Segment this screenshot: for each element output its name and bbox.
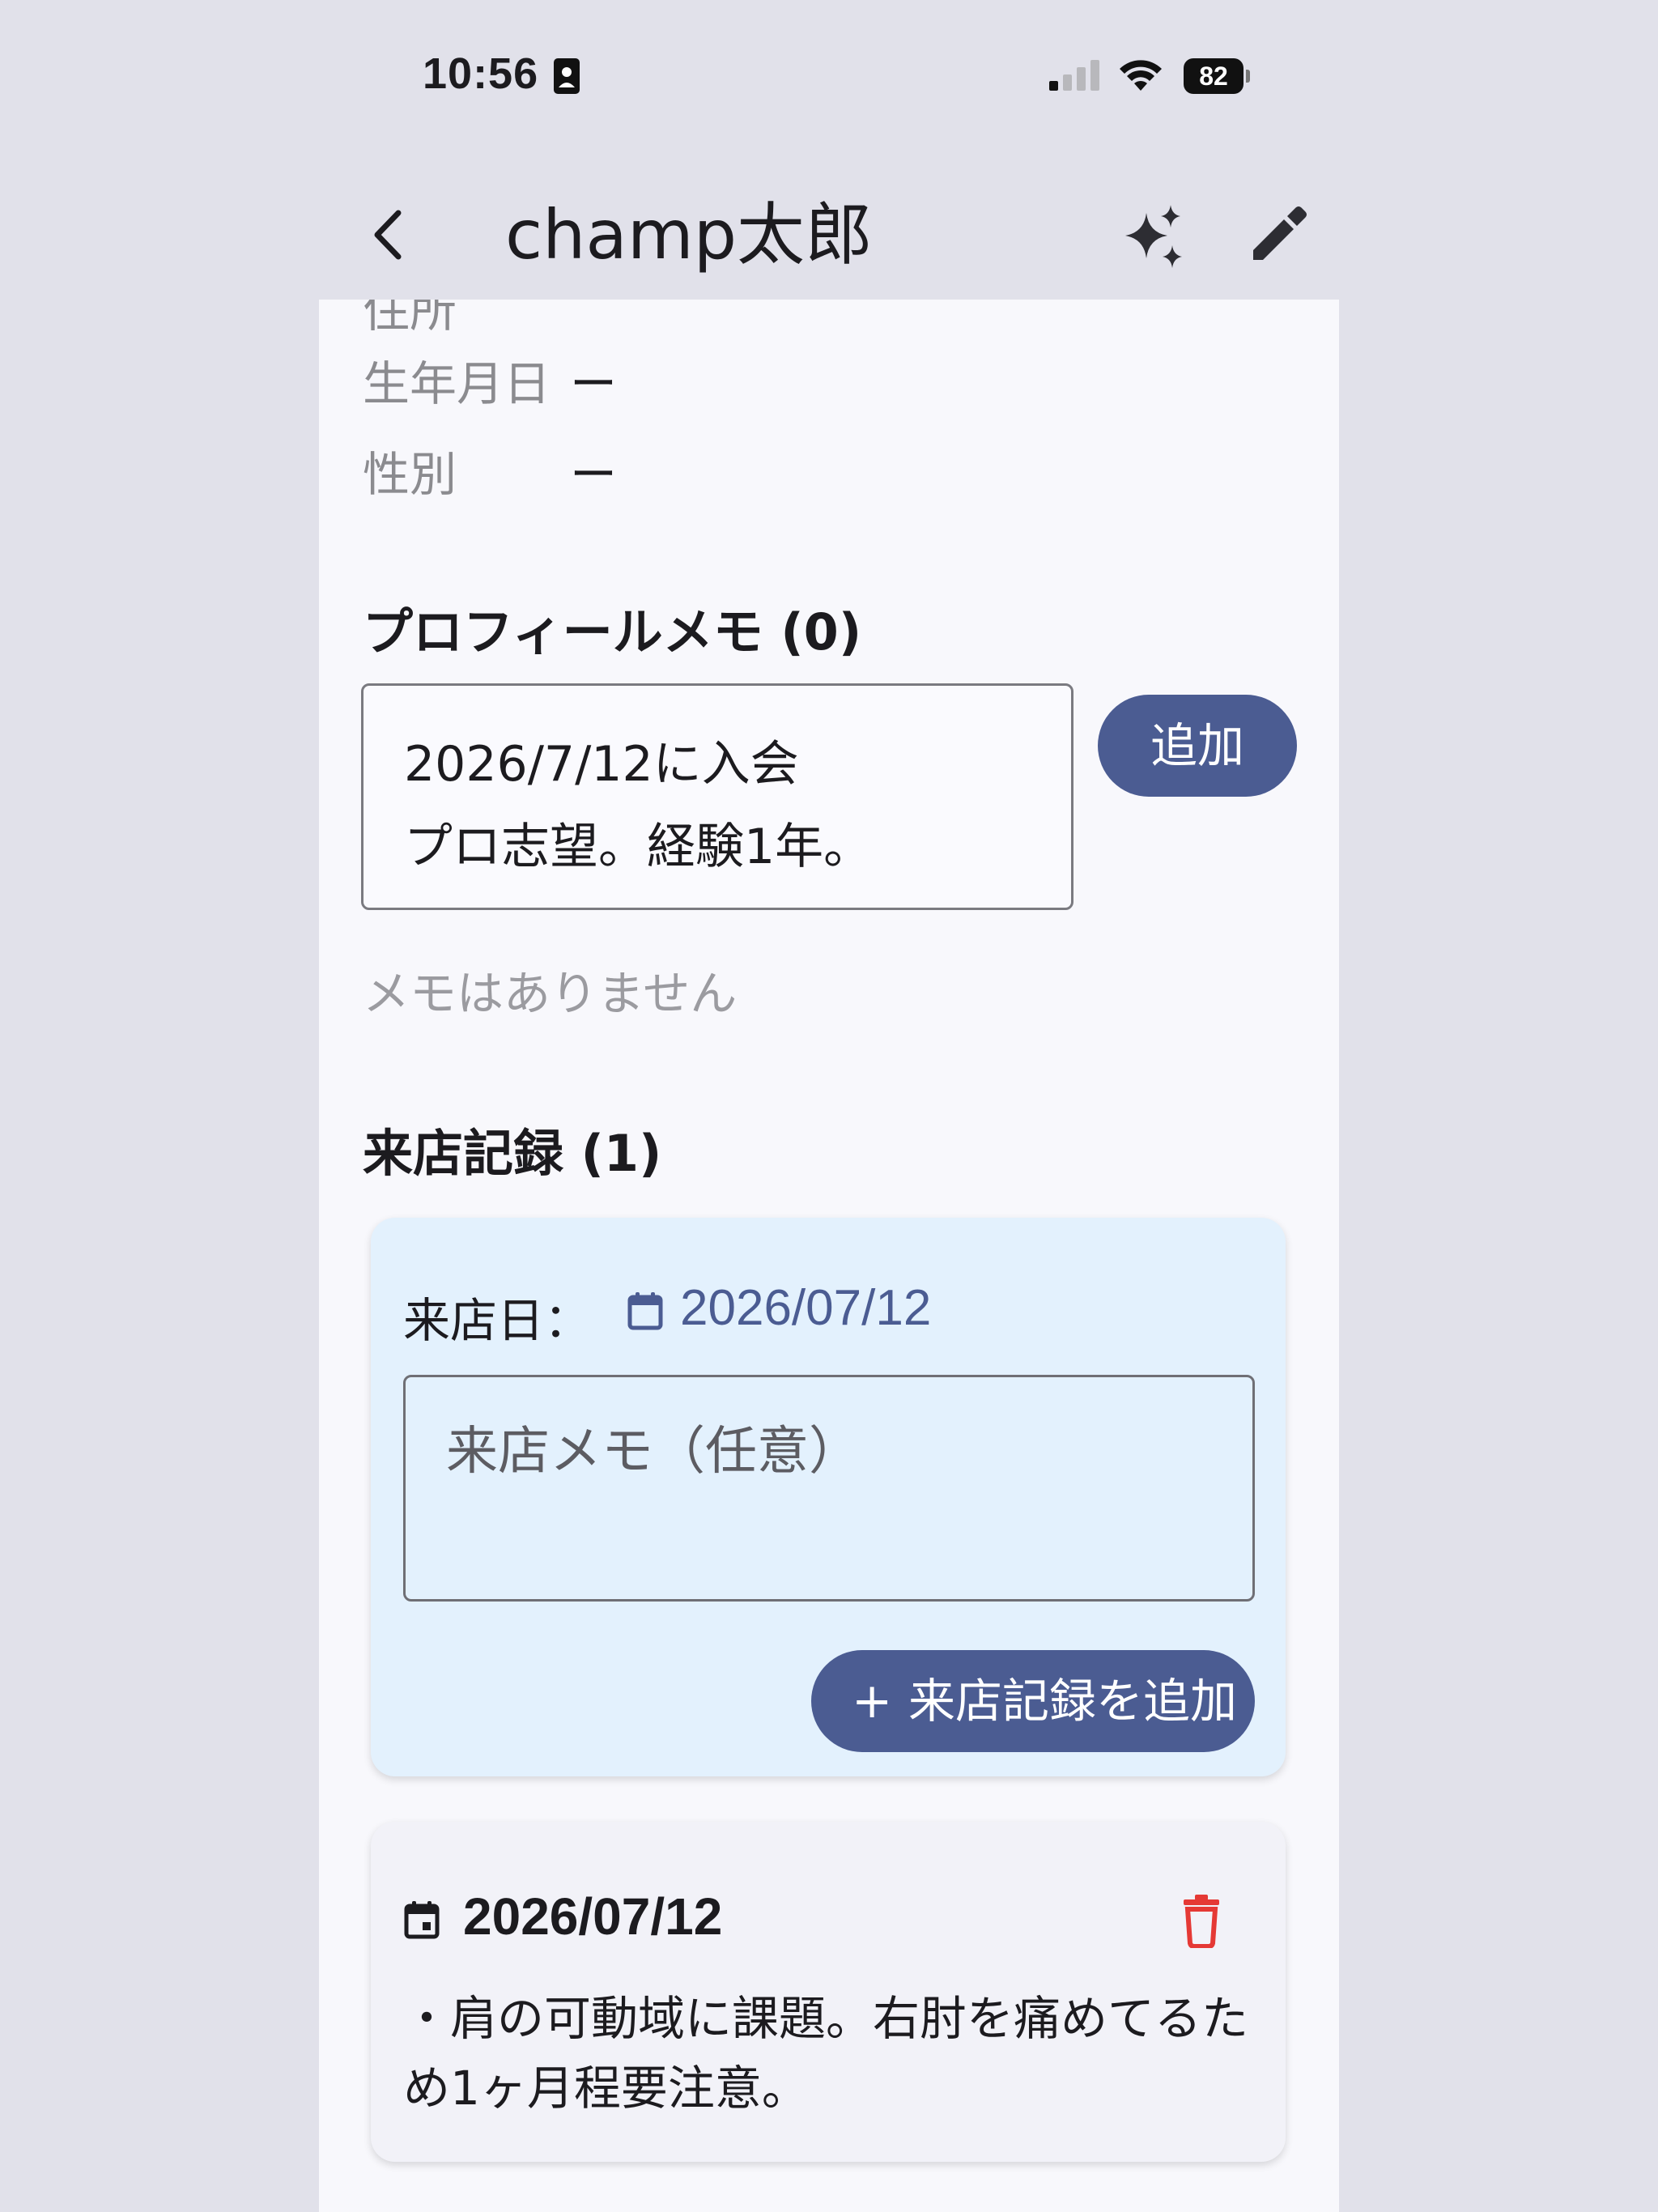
visit-records-title: 来店記録 (1) <box>363 1124 662 1183</box>
add-visit-record-button[interactable]: + 来店記録を追加 <box>811 1650 1255 1752</box>
customer-detail-content: 住所 生年月日 ー 性別 ー プロフィールメモ (0) 2026/7/12に入会… <box>319 300 1339 2212</box>
page-title: champ太郎 <box>505 195 874 274</box>
gender-value: ー <box>570 447 618 502</box>
birthdate-value: ー <box>570 356 618 411</box>
visit-memo-input[interactable]: 来店メモ（任意） <box>403 1375 1255 1602</box>
status-time: 10:56 <box>423 49 539 98</box>
visit-form-card: 来店日： 2026/07/12 来店メモ（任意） + 来店記録を追加 <box>371 1218 1286 1776</box>
back-button[interactable] <box>359 198 416 271</box>
edit-pencil-icon <box>1253 206 1307 260</box>
trash-icon <box>1184 1895 1219 1949</box>
app-bar: champ太郎 <box>319 170 1339 300</box>
profile-memo-input[interactable]: 2026/7/12に入会 プロ志望。経験1年。 <box>361 683 1073 910</box>
battery-level: 82 <box>1184 58 1244 94</box>
profile-memo-title: プロフィールメモ (0) <box>363 602 862 661</box>
birthdate-label: 生年月日 <box>363 356 551 411</box>
record-date: 2026/07/12 <box>463 1887 723 1946</box>
calendar-icon[interactable] <box>627 1291 664 1334</box>
ai-assist-button[interactable] <box>1120 198 1193 271</box>
cellular-signal-icon <box>1049 58 1101 94</box>
add-visit-record-label: 来店記録を追加 <box>908 1674 1238 1729</box>
back-arrow-icon <box>374 210 402 260</box>
wifi-icon <box>1117 57 1164 96</box>
gender-label: 性別 <box>363 447 457 502</box>
visit-date-label: 来店日： <box>403 1293 592 1348</box>
visit-record-card: 2026/07/12 ・肩の可動域に課題。右肘を痛めてるため1ヶ月程要注意。 <box>371 1822 1286 2162</box>
delete-record-button[interactable] <box>1177 1891 1226 1949</box>
sparkle-icon <box>1125 205 1182 268</box>
record-memo: ・肩の可動域に課題。右肘を痛めてるため1ヶ月程要注意。 <box>403 1991 1249 2116</box>
status-bar: 10:56 82 <box>0 0 1658 154</box>
visit-date-picker[interactable]: 2026/07/12 <box>680 1279 931 1337</box>
address-label: 住所 <box>363 300 457 338</box>
add-memo-button[interactable]: 追加 <box>1098 695 1297 797</box>
battery-indicator: 82 <box>1184 58 1250 94</box>
contact-card-icon <box>554 58 580 97</box>
calendar-event-icon <box>403 1899 440 1943</box>
plus-icon: + <box>852 1673 893 1729</box>
empty-memo-text: メモはありません <box>363 966 738 1021</box>
edit-button[interactable] <box>1242 198 1315 271</box>
